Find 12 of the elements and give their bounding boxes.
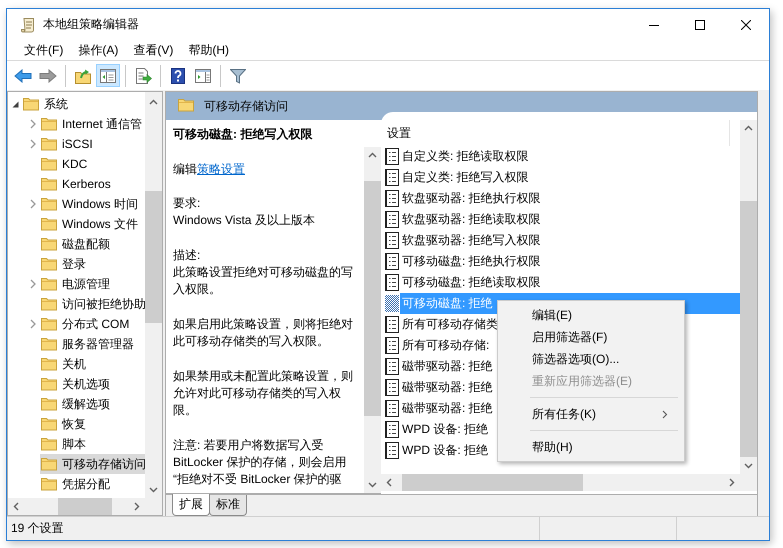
status-text: 19 个设置 xyxy=(11,520,64,537)
window-title: 本地组策略编辑器 xyxy=(43,16,140,33)
description-text: 如果禁用或未配置此策略设置，则 允许对此可移动存储类的写入权 限。 xyxy=(173,368,354,419)
description-text: 此策略设置拒绝对可移动磁盘的写 入权限。 xyxy=(173,264,354,298)
section-title: 可移动存储访问 xyxy=(204,98,288,114)
description-text: 如果启用此策略设置，则将拒绝对 此可移动存储类的写入权限。 xyxy=(173,316,354,350)
policy-title: 可移动磁盘: 拒绝写入权限 xyxy=(173,126,314,143)
edit-policy-text: 编辑策略设置 xyxy=(173,160,246,178)
section-heading: 描述: xyxy=(173,246,202,264)
description-text: 注意: 若要用户将数据写入受 BitLocker 保护的存储，则会启用 “拒绝对不受 BitLocker 保护的驱 xyxy=(173,436,348,488)
section-heading: 要求: xyxy=(173,195,202,212)
description-text: Windows Vista 及以上版本 xyxy=(173,212,316,230)
